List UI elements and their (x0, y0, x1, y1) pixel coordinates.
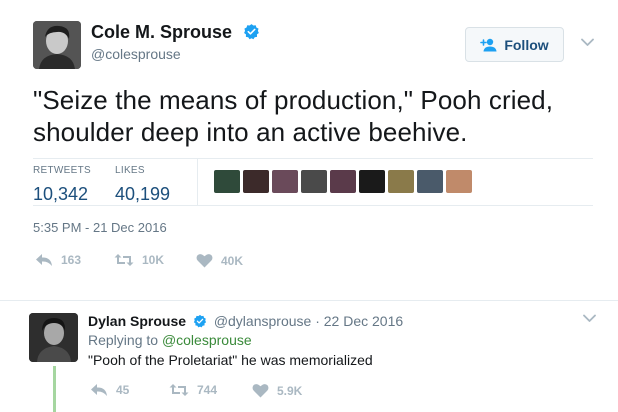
stats-vertical-divider (197, 159, 198, 205)
reply-author-name[interactable]: Dylan Sprouse (88, 313, 186, 329)
retweets-stat[interactable]: RETWEETS 10,342 (33, 165, 91, 205)
follow-button[interactable]: Follow (465, 27, 564, 62)
reply-avatar-photo (29, 313, 78, 362)
chevron-down-icon[interactable] (581, 38, 594, 47)
reply-author-avatar[interactable] (29, 313, 78, 362)
stats-bottom-divider (33, 205, 593, 206)
likes-stat[interactable]: LIKES 40,199 (115, 165, 170, 205)
tweet-text: "Seize the means of production," Pooh cr… (33, 85, 554, 147)
retweets-value: 10,342 (33, 184, 89, 204)
liker-avatar[interactable] (214, 170, 240, 193)
author-avatar[interactable] (33, 21, 81, 69)
tweet-timestamp[interactable]: 5:35 PM - 21 Dec 2016 (33, 220, 167, 235)
liker-avatar[interactable] (272, 170, 298, 193)
author-name-text: Cole M. Sprouse (91, 22, 233, 42)
author-name[interactable]: Cole M. Sprouse (91, 21, 260, 43)
like-button[interactable]: 40K (196, 253, 243, 268)
reply-separator (0, 300, 618, 301)
likers-avatars (214, 170, 472, 193)
add-user-icon (480, 38, 497, 51)
avatar-photo (33, 21, 81, 69)
retweet-count: 10K (142, 253, 165, 267)
retweet-icon (114, 254, 134, 266)
heart-icon (252, 384, 269, 398)
retweet-icon (169, 384, 189, 396)
author-handle[interactable]: @colesprouse (91, 45, 181, 63)
likes-value: 40,199 (115, 184, 171, 204)
replying-to: Replying to @colesprouse (88, 331, 252, 349)
main-tweet: Cole M. Sprouse @colesprouse Follow "Sei… (0, 0, 618, 296)
reply-text: "Pooh of the Proletariat" he was memoria… (88, 352, 373, 368)
follow-label: Follow (504, 36, 549, 53)
liker-avatar[interactable] (301, 170, 327, 193)
reply-author-handle[interactable]: @dylansprouse (214, 313, 312, 329)
reply-like-count: 5.9K (277, 383, 303, 398)
likes-label: LIKES (115, 165, 145, 176)
reply-icon (91, 384, 107, 396)
reply-icon (36, 254, 52, 266)
replying-prefix: Replying to (88, 332, 159, 348)
reply-reply-button[interactable]: 45 (90, 383, 129, 397)
reply-chevron-down-icon[interactable] (583, 314, 596, 323)
reply-like-button[interactable]: 5.9K (252, 383, 302, 398)
reply-button[interactable]: 163 (35, 253, 81, 267)
heart-icon (196, 254, 213, 268)
thread-line (53, 366, 56, 412)
reply-header: Dylan Sprouse @dylansprouse · 22 Dec 201… (88, 312, 403, 330)
liker-avatar[interactable] (330, 170, 356, 193)
liker-avatar[interactable] (388, 170, 414, 193)
verified-badge-icon (244, 24, 259, 40)
reply-count: 163 (61, 253, 82, 267)
reply-reply-count: 45 (116, 383, 130, 397)
retweets-label: RETWEETS (33, 165, 91, 176)
reply-date[interactable]: · 22 Dec 2016 (315, 313, 403, 329)
retweet-button[interactable]: 10K (114, 253, 164, 267)
like-count: 40K (221, 253, 244, 268)
liker-avatar[interactable] (417, 170, 443, 193)
liker-avatar[interactable] (359, 170, 385, 193)
liker-avatar[interactable] (446, 170, 472, 193)
reply-retweet-button[interactable]: 744 (169, 383, 217, 397)
replying-to-link[interactable]: @colesprouse (162, 332, 252, 348)
reply-retweet-count: 744 (197, 383, 218, 397)
liker-avatar[interactable] (243, 170, 269, 193)
stats-top-divider (33, 158, 593, 159)
verified-badge-icon (193, 314, 206, 328)
